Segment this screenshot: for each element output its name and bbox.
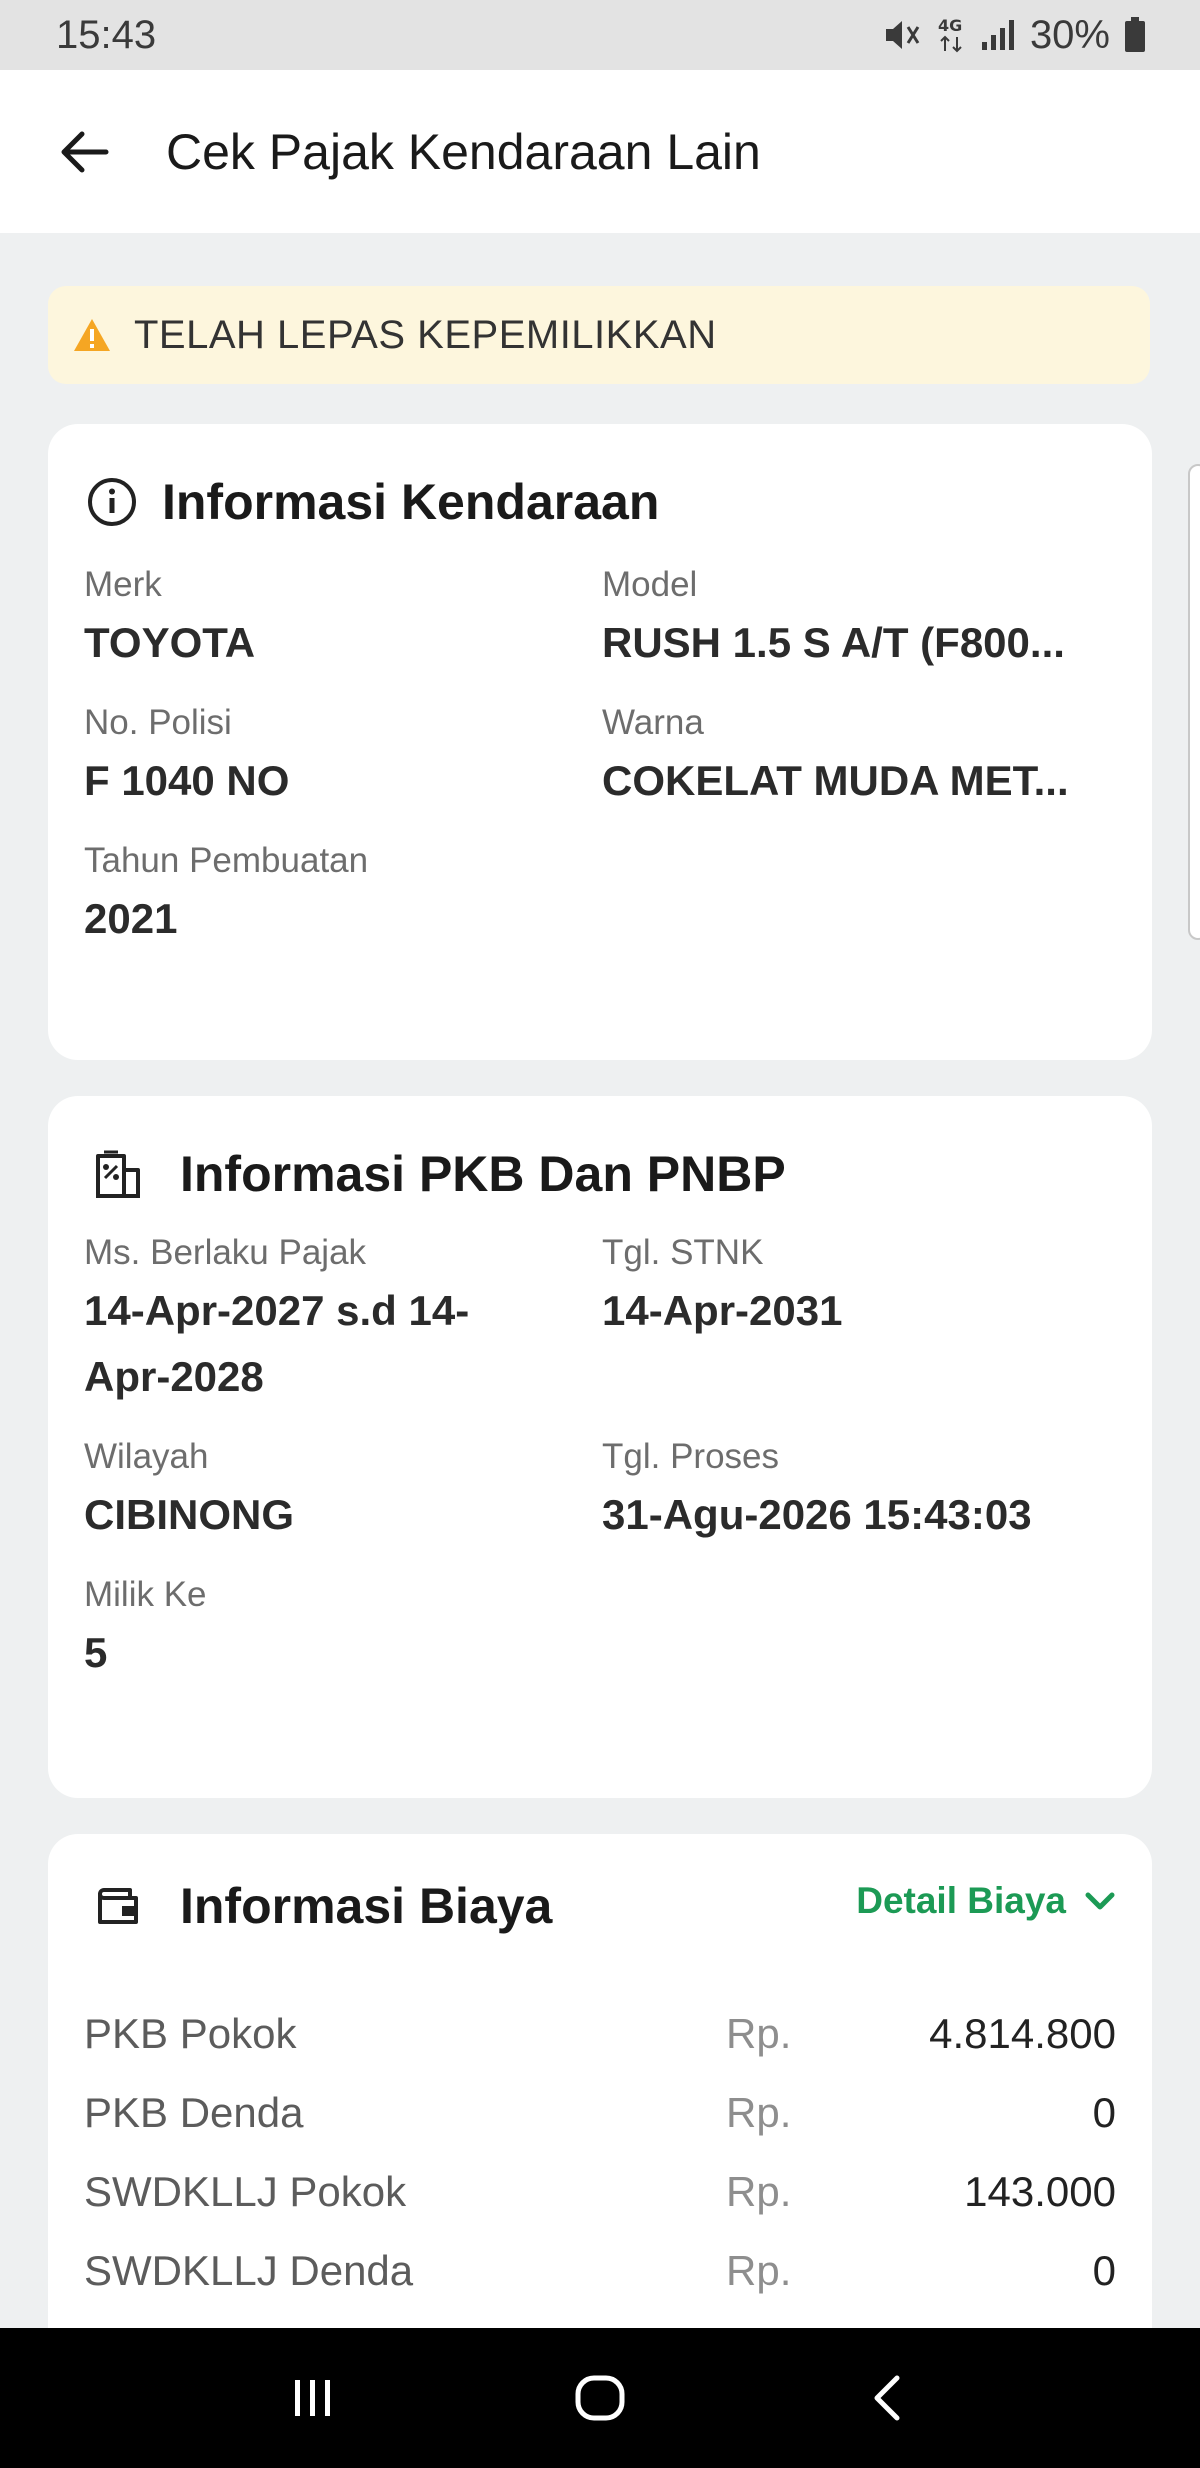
pkb-info-title: Informasi PKB Dan PNBP <box>180 1146 786 1202</box>
battery-icon <box>1124 17 1146 53</box>
cost-info-title: Informasi Biaya <box>180 1878 553 1934</box>
cost-info-header: Informasi Biaya Detail Biaya <box>84 1856 1116 1956</box>
nav-back-button[interactable] <box>847 2358 927 2438</box>
field-tgl-proses: Tgl. Proses 31-Agu-2026 15:43:03 <box>602 1432 1116 1548</box>
field-model: Model RUSH 1.5 S A/T (F800... <box>602 560 1116 676</box>
field-value: CIBINONG <box>84 1491 294 1538</box>
cost-currency: Rp. <box>726 2088 792 2136</box>
info-icon <box>84 474 140 530</box>
field-wilayah: Wilayah CIBINONG <box>84 1432 602 1548</box>
field-label: Tahun Pembuatan <box>84 841 369 880</box>
cost-amount: 0 <box>1092 2088 1116 2136</box>
detail-biaya-label: Detail Biaya <box>856 1880 1066 1921</box>
cost-row-pkb-denda: PKB Denda Rp. 0 <box>84 2073 1116 2152</box>
battery-percent: 30% <box>1029 12 1110 57</box>
field-label: Milik Ke <box>84 1575 207 1614</box>
field-label: Warna <box>602 703 704 742</box>
field-masa-berlaku-pajak: Ms. Berlaku Pajak 14-Apr-2027 s.d 14-Apr… <box>84 1228 602 1410</box>
cost-row-swdkllj-pokok: SWDKLLJ Pokok Rp. 143.000 <box>84 2152 1116 2231</box>
pkb-info-grid: Ms. Berlaku Pajak 14-Apr-2027 s.d 14-Apr… <box>84 1228 1116 1708</box>
mute-icon <box>882 17 922 53</box>
warning-icon <box>72 317 112 353</box>
cost-row-pkb-pokok: PKB Pokok Rp. 4.814.800 <box>84 1994 1116 2073</box>
app-bar: Cek Pajak Kendaraan Lain <box>0 70 1200 233</box>
field-tgl-stnk: Tgl. STNK 14-Apr-2031 <box>602 1228 1116 1410</box>
status-icons: 4G 30% <box>882 13 1146 58</box>
home-icon <box>575 2375 625 2421</box>
cost-amount: 0 <box>1092 2246 1116 2294</box>
status-bar: 15:43 4G 30% <box>0 0 1200 70</box>
cost-rows: PKB Pokok Rp. 4.814.800 PKB Denda Rp. 0 … <box>84 1994 1116 2310</box>
field-label: Wilayah <box>84 1437 209 1476</box>
signal-icon <box>980 18 1016 52</box>
alert-text: TELAH LEPAS KEPEMILIKKAN <box>134 312 717 357</box>
field-value: RUSH 1.5 S A/T (F800... <box>602 619 1065 666</box>
pkb-info-header: Informasi PKB Dan PNBP <box>84 1124 1116 1224</box>
field-label: Tgl. STNK <box>602 1233 764 1272</box>
svg-text:4G: 4G <box>938 16 962 35</box>
vehicle-info-grid: Merk TOYOTA Model RUSH 1.5 S A/T (F800..… <box>84 560 1116 974</box>
field-label: Model <box>602 565 698 604</box>
home-button[interactable] <box>560 2358 640 2438</box>
cost-amount: 143.000 <box>964 2167 1116 2215</box>
cost-row-swdkllj-denda: SWDKLLJ Denda Rp. 0 <box>84 2231 1116 2310</box>
field-label: No. Polisi <box>84 703 232 742</box>
cost-name: SWDKLLJ Pokok <box>84 2167 407 2215</box>
wallet-icon <box>90 1878 146 1934</box>
field-merk: Merk TOYOTA <box>84 560 602 676</box>
field-value: 5 <box>84 1629 108 1676</box>
field-label: Tgl. Proses <box>602 1437 779 1476</box>
system-nav-bar <box>0 2328 1200 2468</box>
ownership-alert: TELAH LEPAS KEPEMILIKKAN <box>48 286 1150 384</box>
recent-apps-button[interactable] <box>273 2358 353 2438</box>
vehicle-info-card: Informasi Kendaraan Merk TOYOTA Model RU… <box>48 424 1152 1060</box>
field-label: Merk <box>84 565 162 604</box>
tax-building-icon <box>90 1146 146 1202</box>
detail-biaya-toggle[interactable]: Detail Biaya <box>856 1880 1116 1922</box>
field-value: COKELAT MUDA MET... <box>602 757 1069 804</box>
cost-name: SWDKLLJ Denda <box>84 2246 414 2294</box>
cost-currency: Rp. <box>726 2167 792 2215</box>
pkb-info-card: Informasi PKB Dan PNBP Ms. Berlaku Pajak… <box>48 1096 1152 1798</box>
field-no-polisi: No. Polisi F 1040 NO <box>84 698 602 814</box>
field-value: TOYOTA <box>84 619 256 666</box>
chevron-down-icon <box>1085 1892 1115 1910</box>
cost-name: PKB Pokok <box>84 2009 297 2057</box>
field-label: Ms. Berlaku Pajak <box>84 1233 367 1272</box>
field-value: 14-Apr-2031 <box>602 1287 843 1334</box>
cost-currency: Rp. <box>726 2246 792 2294</box>
field-tahun-pembuatan: Tahun Pembuatan 2021 <box>84 836 602 952</box>
cost-currency: Rp. <box>726 2009 792 2057</box>
field-value: 2021 <box>84 895 178 942</box>
field-value: F 1040 NO <box>84 757 290 804</box>
cost-amount: 4.814.800 <box>929 2009 1116 2057</box>
field-value: 14-Apr-2027 s.d 14-Apr-2028 <box>84 1287 470 1400</box>
field-value: 31-Agu-2026 15:43:03 <box>602 1491 1032 1538</box>
field-warna: Warna COKELAT MUDA MET... <box>602 698 1116 814</box>
status-time: 15:43 <box>56 12 157 57</box>
cost-name: PKB Denda <box>84 2088 304 2136</box>
back-button[interactable] <box>56 124 112 180</box>
vehicle-info-title: Informasi Kendaraan <box>162 474 660 530</box>
page-title: Cek Pajak Kendaraan Lain <box>166 123 761 180</box>
field-milik-ke: Milik Ke 5 <box>84 1570 602 1686</box>
recent-apps-icon <box>295 2380 331 2416</box>
4g-icon: 4G <box>936 15 966 55</box>
scroll-indicator[interactable] <box>1188 464 1200 940</box>
vehicle-info-header: Informasi Kendaraan <box>84 452 1116 552</box>
back-icon <box>874 2375 900 2421</box>
arrow-left-icon <box>61 131 109 172</box>
